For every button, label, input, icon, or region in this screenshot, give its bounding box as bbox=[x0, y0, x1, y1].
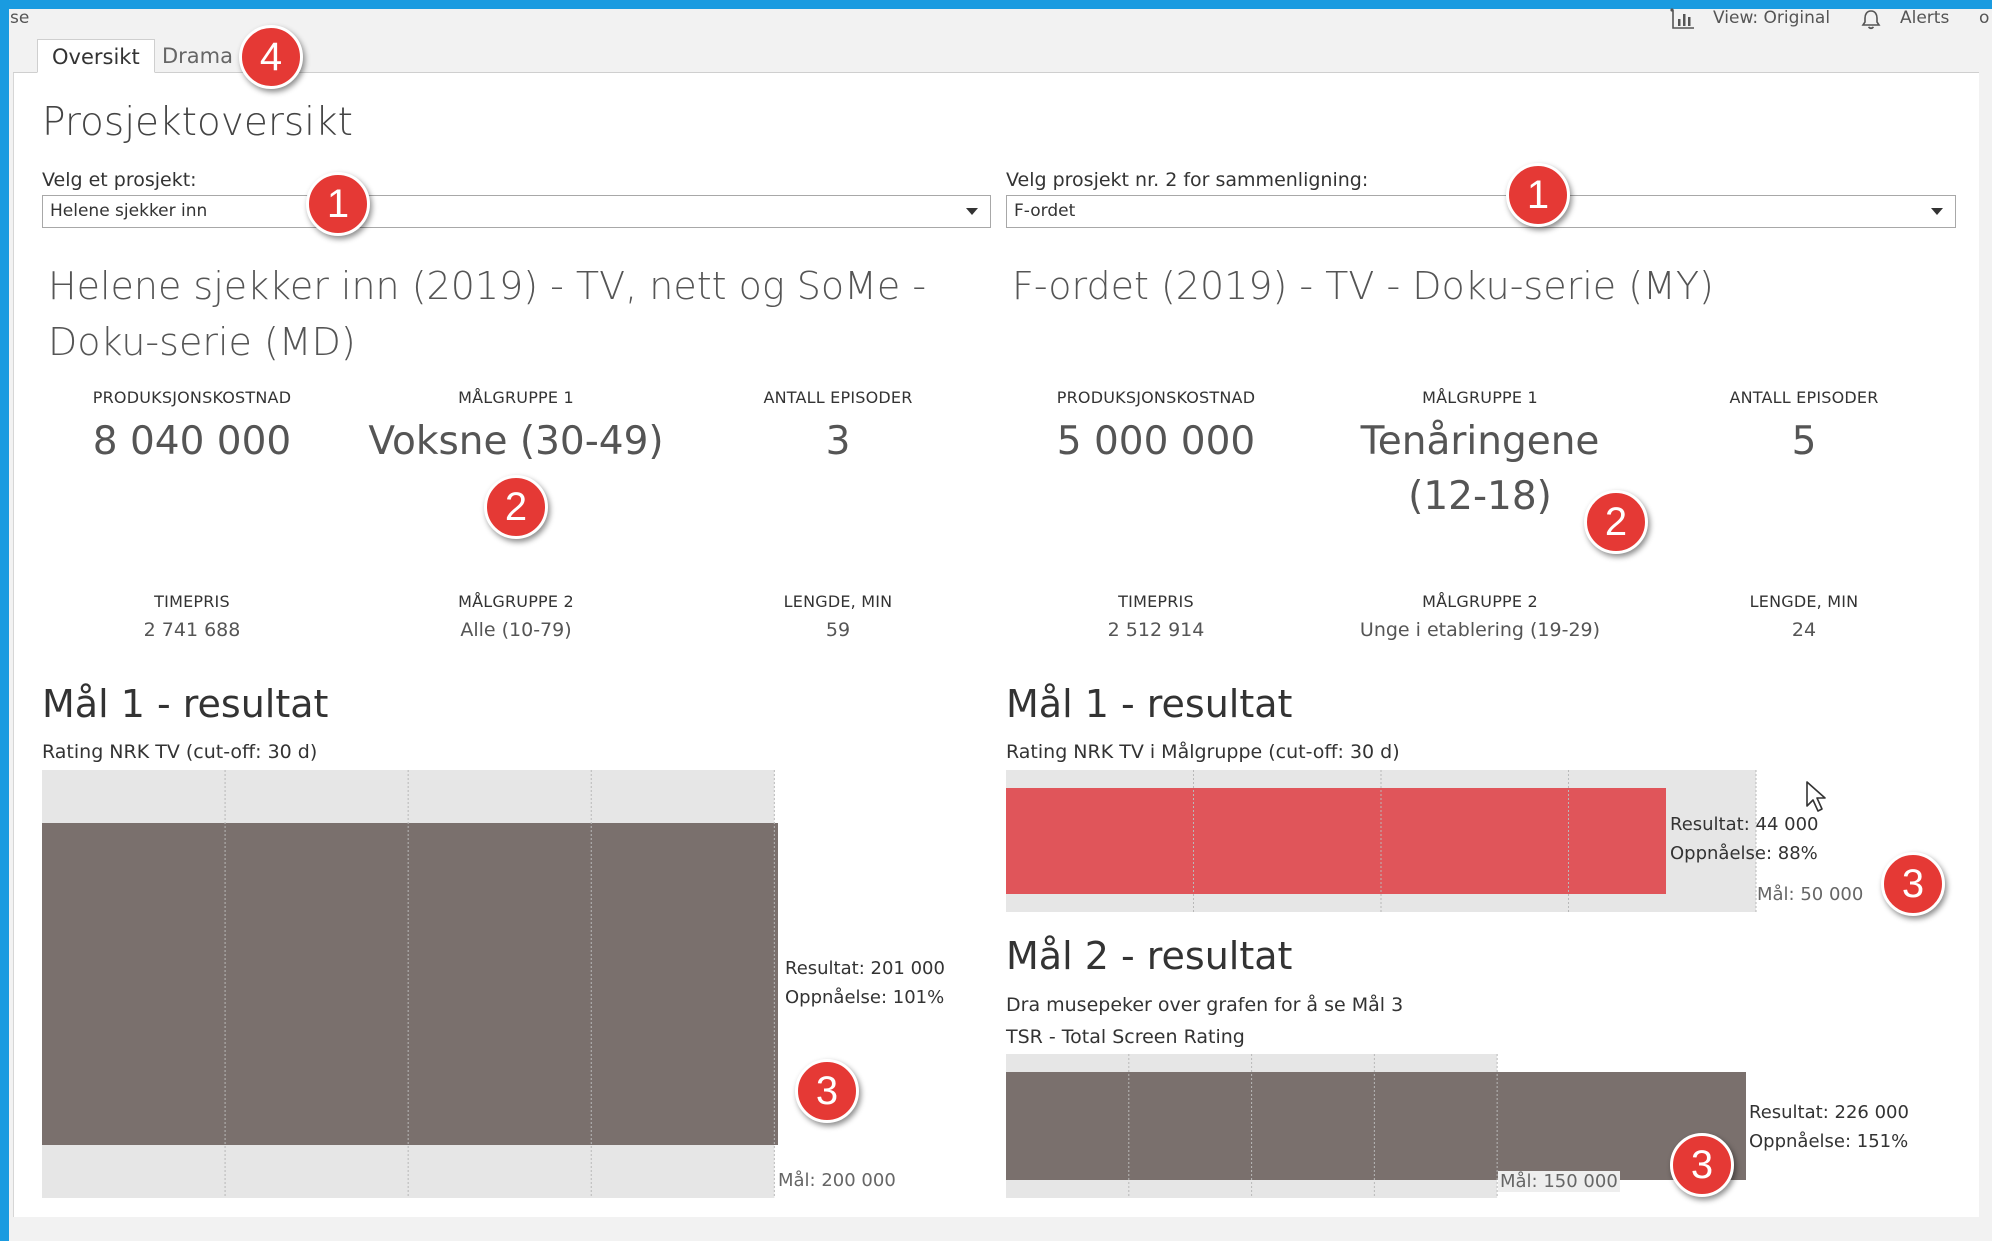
kpi-label: LENGDE, MIN bbox=[783, 592, 893, 611]
chevron-down-icon bbox=[966, 208, 978, 215]
page-title: Prosjektoversikt bbox=[42, 100, 353, 145]
kpi-label: TIMEPRIS bbox=[154, 592, 230, 611]
kpi-mg2-left: MÅLGRUPPE 2 Alle (10-79) bbox=[356, 592, 676, 641]
compare-select[interactable]: F-ordet bbox=[1006, 195, 1956, 228]
callout-badge-2-right: 2 bbox=[1584, 490, 1648, 554]
kpi-value: 2 741 688 bbox=[143, 619, 241, 641]
callout-badge-3-left: 3 bbox=[795, 1059, 859, 1123]
tab-divider bbox=[13, 72, 1979, 73]
kpi-label: MÅLGRUPPE 1 bbox=[458, 388, 574, 407]
goal2-right-chart[interactable] bbox=[1006, 1054, 1746, 1198]
callout-badge-3-right-top: 3 bbox=[1881, 852, 1945, 916]
achievement-label: Oppnåelse: 88% bbox=[1670, 843, 1818, 864]
callout-badge-2-left: 2 bbox=[484, 475, 548, 539]
callout-badge-1-left: 1 bbox=[306, 172, 370, 236]
kpi-hourly-left: TIMEPRIS 2 741 688 bbox=[72, 592, 312, 641]
result-label: Resultat: 201 000 bbox=[785, 958, 945, 979]
kpi-episodes-right: ANTALL EPISODER 5 bbox=[1684, 388, 1924, 469]
tab-oversikt[interactable]: Oversikt bbox=[37, 39, 155, 73]
goal1-right-subtitle: Rating NRK TV i Målgruppe (cut-off: 30 d… bbox=[1006, 741, 1400, 763]
kpi-prodcost-right: PRODUKSJONSKOSTNAD 5 000 000 bbox=[1036, 388, 1276, 469]
goal1-right-chart[interactable] bbox=[1006, 770, 1757, 912]
kpi-hourly-right: TIMEPRIS 2 512 914 bbox=[1036, 592, 1276, 641]
alerts-button[interactable]: Alerts bbox=[1856, 4, 1956, 32]
callout-badge-3-right-bottom: 3 bbox=[1670, 1133, 1734, 1197]
project-left-title: Helene sjekker inn (2019) - TV, nett og … bbox=[48, 258, 926, 370]
goal2-right-goal-label: Mål: 150 000 bbox=[1498, 1171, 1620, 1192]
goal1-left-title: Mål 1 - resultat bbox=[42, 682, 329, 726]
kpi-label: MÅLGRUPPE 2 bbox=[458, 592, 574, 611]
callout-badge-4: 4 bbox=[239, 25, 303, 89]
project-left-title-line2: Doku-serie (MD) bbox=[48, 320, 356, 364]
achievement-label: Oppnåelse: 101% bbox=[785, 987, 945, 1008]
kpi-value: 3 bbox=[825, 419, 851, 464]
kpi-value: 59 bbox=[825, 619, 851, 641]
goal1-left-chart[interactable] bbox=[42, 770, 778, 1198]
goal2-right-annotation: Resultat: 226 000 Oppnåelse: 151% bbox=[1749, 1098, 1909, 1156]
kpi-value-line1: Tenåringene bbox=[1360, 419, 1600, 464]
kpi-label: ANTALL EPISODER bbox=[763, 388, 913, 407]
goal1-right-title: Mål 1 - resultat bbox=[1006, 682, 1293, 726]
achievement-label: Oppnåelse: 151% bbox=[1749, 1131, 1909, 1152]
kpi-label: PRODUKSJONSKOSTNAD bbox=[1056, 388, 1256, 407]
kpi-label: PRODUKSJONSKOSTNAD bbox=[92, 388, 292, 407]
kpi-value: Alle (10-79) bbox=[460, 619, 572, 641]
result-bar bbox=[42, 823, 778, 1145]
kpi-value: Voksne (30-49) bbox=[368, 419, 664, 464]
chevron-down-icon bbox=[1931, 208, 1943, 215]
kpi-value: 5 bbox=[1791, 419, 1817, 464]
kpi-label: TIMEPRIS bbox=[1118, 592, 1194, 611]
kpi-value: 5 000 000 bbox=[1056, 419, 1256, 464]
kpi-episodes-left: ANTALL EPISODER 3 bbox=[718, 388, 958, 469]
mouse-cursor-icon bbox=[1806, 781, 1826, 812]
goal2-right-hint: Dra musepeker over grafen for å se Mål 3 bbox=[1006, 994, 1404, 1016]
bell-icon bbox=[1861, 10, 1881, 30]
kpi-value: 8 040 000 bbox=[92, 419, 292, 464]
kpi-value: 2 512 914 bbox=[1107, 619, 1205, 641]
kpi-length-right: LENGDE, MIN 24 bbox=[1684, 592, 1924, 641]
goal2-right-title: Mål 2 - resultat bbox=[1006, 934, 1293, 978]
result-bar bbox=[1006, 1072, 1746, 1180]
project-select-label: Velg et prosjekt: bbox=[42, 169, 197, 191]
toolbar-left-fragment[interactable]: se bbox=[10, 8, 29, 28]
goal1-right-annotation: Resultat: 44 000 Oppnåelse: 88% bbox=[1670, 810, 1818, 868]
result-label: Resultat: 44 000 bbox=[1670, 814, 1819, 835]
goal1-left-annotation: Resultat: 201 000 Oppnåelse: 101% bbox=[785, 954, 945, 1012]
kpi-label: MÅLGRUPPE 2 bbox=[1422, 592, 1538, 611]
kpi-mg2-right: MÅLGRUPPE 2 Unge i etablering (19-29) bbox=[1320, 592, 1640, 641]
goal1-left-subtitle: Rating NRK TV (cut-off: 30 d) bbox=[42, 741, 318, 763]
compare-select-value: F-ordet bbox=[1014, 201, 1076, 221]
goal1-left-goal-label: Mål: 200 000 bbox=[778, 1170, 896, 1191]
result-bar bbox=[1006, 788, 1666, 894]
kpi-label: LENGDE, MIN bbox=[1749, 592, 1859, 611]
tab-drama[interactable]: Drama bbox=[148, 39, 247, 73]
kpi-label: ANTALL EPISODER bbox=[1729, 388, 1879, 407]
project-select[interactable]: Helene sjekker inn bbox=[42, 195, 991, 228]
goal1-right-goal-label: Mål: 50 000 bbox=[1757, 884, 1864, 905]
project-left-title-line1: Helene sjekker inn (2019) - TV, nett og … bbox=[48, 264, 927, 308]
kpi-length-left: LENGDE, MIN 59 bbox=[718, 592, 958, 641]
view-original-button[interactable]: View: Original bbox=[1666, 4, 1836, 32]
toolbar-right-fragment[interactable]: o bbox=[1979, 8, 1989, 28]
view-original-label: View: Original bbox=[1713, 8, 1831, 28]
chart-icon bbox=[1670, 8, 1694, 29]
callout-badge-1-right: 1 bbox=[1506, 163, 1570, 227]
compare-select-label: Velg prosjekt nr. 2 for sammenligning: bbox=[1006, 169, 1369, 191]
kpi-value: 24 bbox=[1791, 619, 1817, 641]
project-right-title: F-ordet (2019) - TV - Doku-serie (MY) bbox=[1012, 264, 1714, 308]
goal2-right-subtitle: TSR - Total Screen Rating bbox=[1006, 1026, 1245, 1048]
kpi-mg1-left: MÅLGRUPPE 1 Voksne (30-49) bbox=[356, 388, 676, 469]
project-select-value: Helene sjekker inn bbox=[50, 201, 208, 221]
kpi-prodcost-left: PRODUKSJONSKOSTNAD 8 040 000 bbox=[72, 388, 312, 469]
kpi-label: MÅLGRUPPE 1 bbox=[1422, 388, 1538, 407]
alerts-label: Alerts bbox=[1900, 8, 1950, 28]
result-label: Resultat: 226 000 bbox=[1749, 1102, 1909, 1123]
kpi-value: Unge i etablering (19-29) bbox=[1359, 619, 1601, 641]
